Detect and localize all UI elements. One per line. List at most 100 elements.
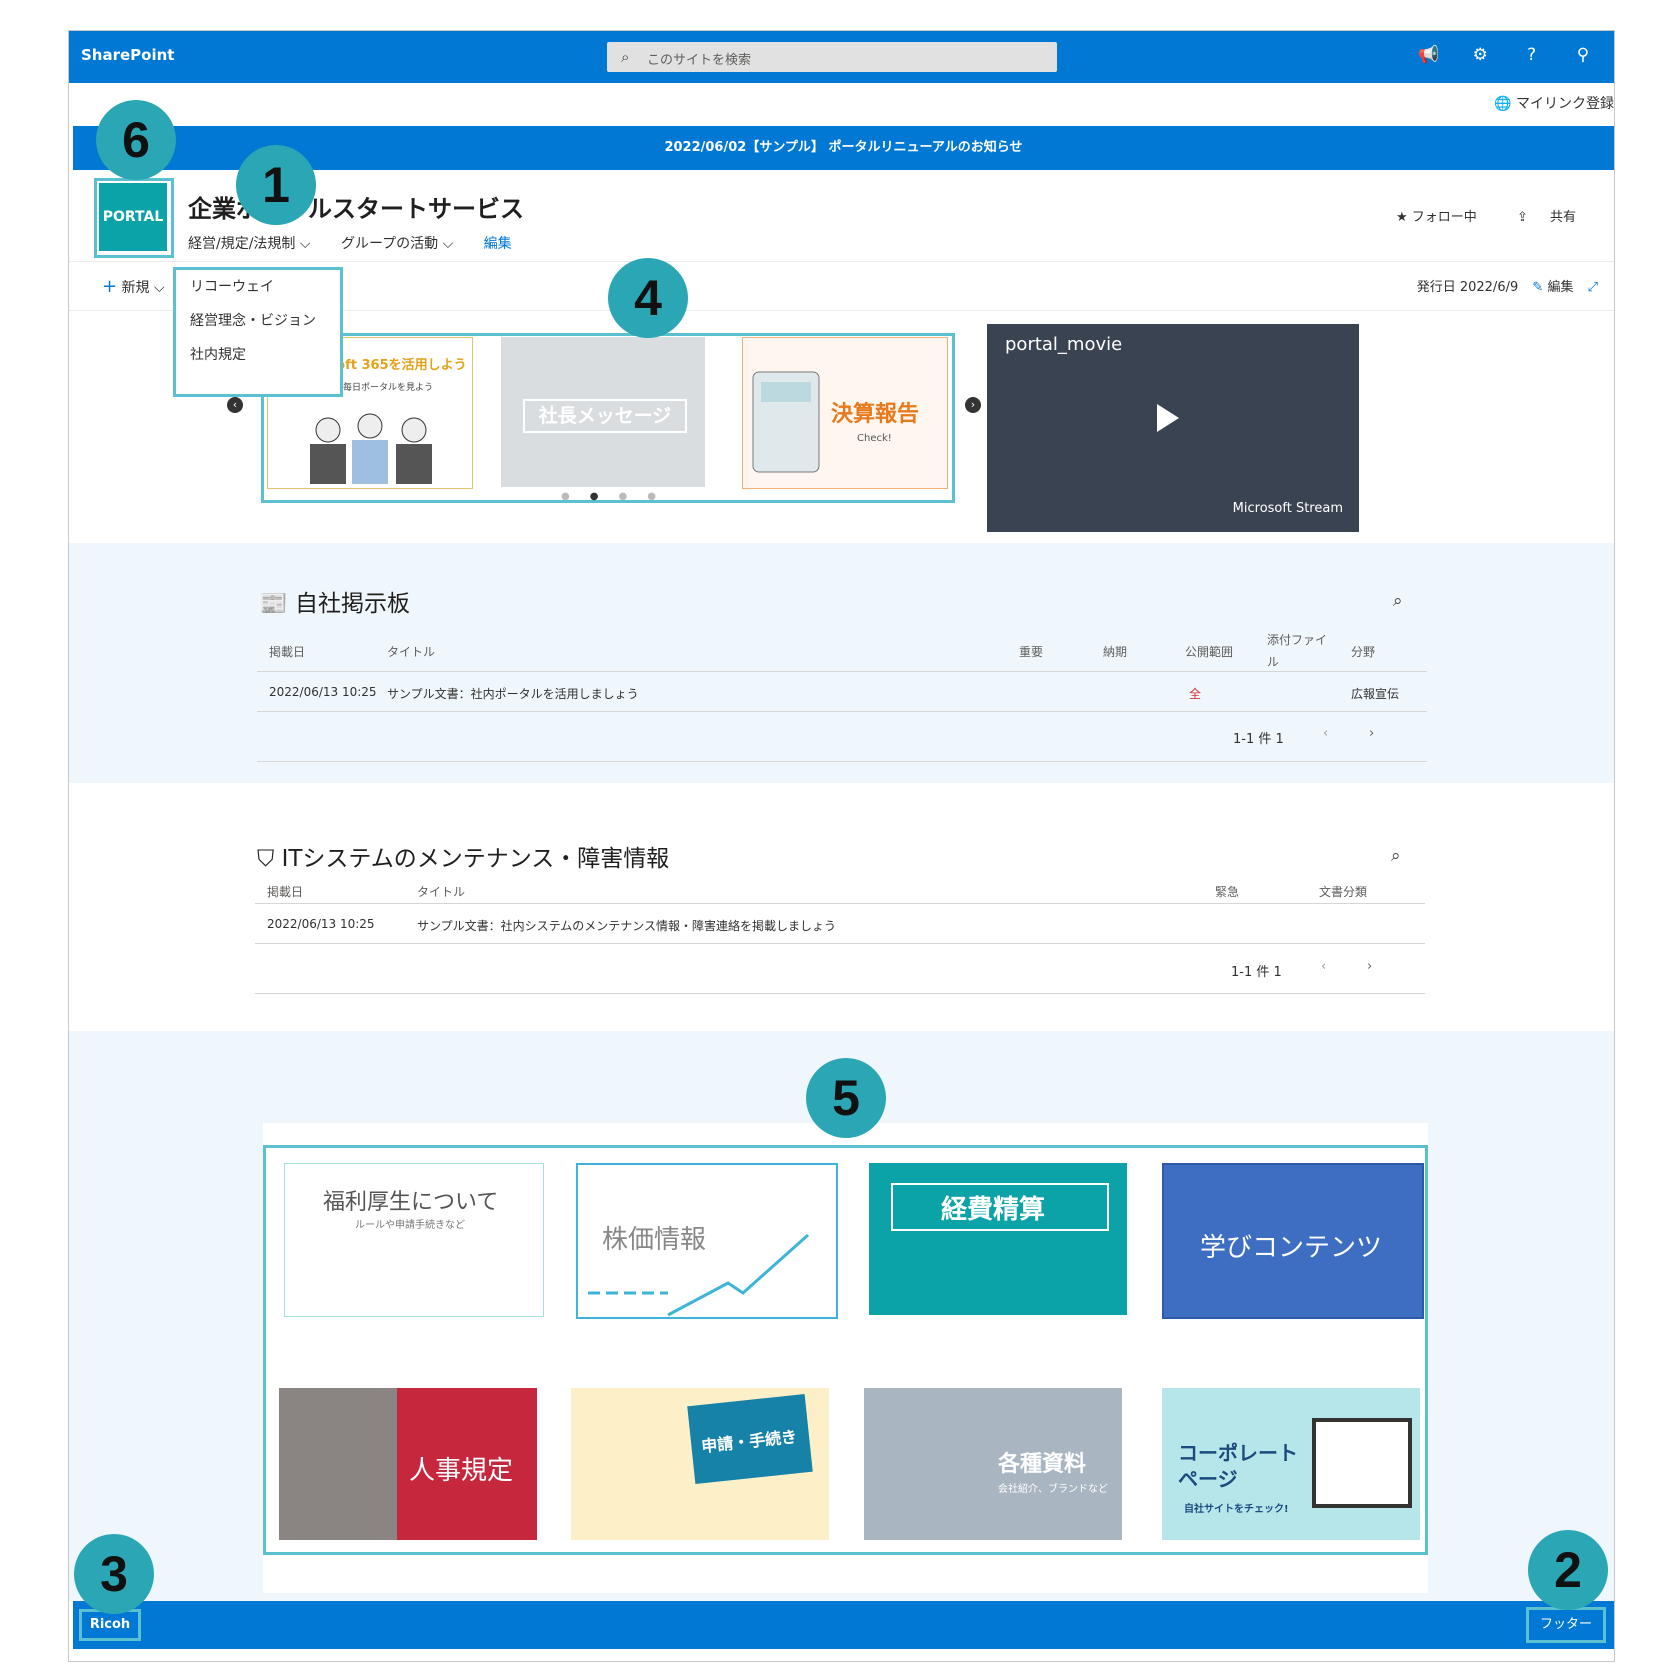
tile-label: 経費精算 bbox=[941, 1195, 1046, 1225]
expand-icon[interactable]: ⤢ bbox=[1588, 280, 1598, 295]
pager-next-icon[interactable]: › bbox=[1367, 959, 1372, 974]
share-icon: ⇪ bbox=[1516, 210, 1528, 225]
search-box[interactable]: ⌕ このサイトを検索 bbox=[607, 42, 1057, 72]
it-title: ⛉ ITシステムのメンテナンス・障害情報 bbox=[257, 839, 669, 873]
nav-item-management[interactable]: 経営/規定/法規制 ⌵ bbox=[188, 236, 311, 252]
nav-edit-link[interactable]: 編集 bbox=[484, 236, 512, 252]
site-nav: 経営/規定/法規制 ⌵ グループの活動 ⌵ 編集 bbox=[188, 233, 538, 253]
divider bbox=[255, 943, 1425, 944]
suite-icons: 📢 ⚙ ? ⚲ bbox=[1406, 45, 1606, 65]
menu-item-vision[interactable]: 経営理念・ビジョン bbox=[176, 304, 340, 338]
divider bbox=[257, 671, 1427, 672]
col-deadline[interactable]: 納期 bbox=[1103, 643, 1127, 660]
pager-prev-icon[interactable]: ‹ bbox=[1321, 959, 1326, 974]
tile-label: 人事規定 bbox=[409, 1456, 514, 1486]
slide-title: 決算報告 bbox=[831, 402, 920, 427]
page-frame: SharePoint ⌕ このサイトを検索 📢 ⚙ ? ⚲ 🌐 マイリンク登録 … bbox=[68, 30, 1615, 1662]
video-player[interactable]: portal_movie Microsoft Stream bbox=[987, 324, 1359, 532]
bulletin-section bbox=[69, 543, 1614, 783]
tile-hr-rules[interactable]: 人事規定 bbox=[279, 1388, 537, 1540]
row-scope: 全 bbox=[1189, 687, 1202, 701]
office-photo bbox=[279, 1388, 397, 1540]
divider bbox=[255, 993, 1425, 994]
slide-subtitle: Check! bbox=[857, 433, 892, 444]
carousel-dots[interactable]: ●●●● bbox=[561, 491, 676, 502]
tile-learning[interactable]: 学びコンテンツ bbox=[1162, 1163, 1424, 1319]
it-title-text: ITシステムのメンテナンス・障害情報 bbox=[281, 846, 670, 872]
row-date: 2022/06/13 10:25 bbox=[267, 917, 375, 931]
pager-count: 1-1 件 1 bbox=[1231, 965, 1282, 980]
nav-dropdown-menu: リコーウェイ 経営理念・ビジョン 社内規定 bbox=[173, 267, 343, 397]
follow-button[interactable]: ★ フォロー中 bbox=[1396, 210, 1477, 225]
row-date: 2022/06/13 10:25 bbox=[269, 685, 377, 699]
edit-page-button[interactable]: 編集 bbox=[1547, 280, 1573, 295]
nav-item-group[interactable]: グループの活動 ⌵ bbox=[341, 236, 453, 252]
col-urgent[interactable]: 緊急 bbox=[1215, 883, 1239, 900]
carousel-slide-president[interactable]: 社長メッセージ bbox=[501, 337, 705, 487]
pager-prev-icon[interactable]: ‹ bbox=[1323, 726, 1328, 741]
col-date[interactable]: 掲載日 bbox=[267, 883, 303, 900]
carousel-prev-icon[interactable]: ‹ bbox=[227, 397, 243, 413]
col-date[interactable]: 掲載日 bbox=[269, 643, 305, 660]
play-icon[interactable] bbox=[1157, 404, 1179, 432]
share-button[interactable]: ⇪ 共有 bbox=[1499, 210, 1576, 225]
tile-sub: ルールや申請手続きなど bbox=[355, 1220, 465, 1231]
col-scope[interactable]: 公開範囲 bbox=[1185, 643, 1233, 660]
col-title[interactable]: タイトル bbox=[387, 643, 435, 660]
new-label: 新規 ⌵ bbox=[121, 280, 165, 296]
video-source: Microsoft Stream bbox=[1232, 501, 1343, 516]
row-title-link[interactable]: サンプル文書：社内ポータルを活用しましょう bbox=[387, 685, 639, 702]
sharepoint-brand[interactable]: SharePoint bbox=[81, 46, 174, 64]
carousel-next-icon[interactable]: › bbox=[965, 397, 981, 413]
pager-count: 1-1 件 1 bbox=[1233, 732, 1284, 747]
tile-label: 学びコンテンツ bbox=[1200, 1233, 1383, 1263]
slide-title: 社長メッセージ bbox=[523, 399, 687, 433]
search-icon[interactable]: ⌕ bbox=[1391, 846, 1401, 866]
globe-icon: 🌐 bbox=[1494, 96, 1512, 112]
divider bbox=[257, 711, 1427, 712]
search-icon[interactable]: ⌕ bbox=[1393, 591, 1403, 611]
pager-next-icon[interactable]: › bbox=[1369, 726, 1374, 741]
col-important[interactable]: 重要 bbox=[1019, 643, 1043, 660]
col-attachment[interactable]: 添付ファイル bbox=[1267, 629, 1329, 673]
follow-share: ★ フォロー中 ⇪ 共有 bbox=[1378, 206, 1576, 225]
tile-stock[interactable]: 株価情報 bbox=[576, 1163, 838, 1319]
menu-item-rules[interactable]: 社内規定 bbox=[176, 338, 340, 372]
menu-item-ricoh-way[interactable]: リコーウェイ bbox=[176, 270, 340, 304]
search-icon: ⌕ bbox=[621, 48, 630, 66]
row-title-link[interactable]: サンプル文書：社内システムのメンテナンス情報・障害連絡を掲載しましょう bbox=[417, 917, 836, 934]
tile-welfare[interactable]: 福利厚生について ルールや申請手続きなど bbox=[284, 1163, 544, 1317]
bulletin-title-text: 自社掲示板 bbox=[294, 591, 410, 617]
tile-applications[interactable]: 申請・手続き bbox=[571, 1388, 829, 1540]
calculator-illustration bbox=[752, 371, 820, 473]
site-logo[interactable]: PORTAL bbox=[99, 183, 167, 251]
chart-arrow-illustration bbox=[588, 1233, 809, 1317]
divider bbox=[257, 761, 1427, 762]
mylink-button[interactable]: 🌐 マイリンク登録 bbox=[1494, 93, 1614, 113]
new-button[interactable]: + 新規 ⌵ bbox=[102, 276, 165, 297]
col-category[interactable]: 文書分類 bbox=[1319, 883, 1367, 900]
plus-icon: + bbox=[102, 276, 118, 297]
callout-badge-2: 2 bbox=[1528, 1530, 1608, 1610]
video-title: portal_movie bbox=[1005, 334, 1123, 355]
shield-icon: ⛉ bbox=[257, 846, 275, 872]
callout-badge-3: 3 bbox=[74, 1534, 154, 1614]
col-title[interactable]: タイトル bbox=[417, 883, 465, 900]
footer-label[interactable]: フッター bbox=[1526, 1607, 1606, 1643]
search-placeholder: このサイトを検索 bbox=[647, 53, 752, 68]
tile-corporate[interactable]: コーポレートページ 自社サイトをチェック! bbox=[1162, 1388, 1420, 1540]
pencil-icon[interactable]: ✎ bbox=[1532, 280, 1543, 295]
tile-documents[interactable]: 各種資料 会社紹介、ブランドなど bbox=[864, 1388, 1122, 1540]
col-field[interactable]: 分野 bbox=[1351, 643, 1375, 660]
row-field: 広報宣伝 bbox=[1351, 687, 1400, 701]
tile-label: 福利厚生について bbox=[323, 1190, 499, 1215]
help-icon[interactable]: ? bbox=[1509, 45, 1555, 65]
carousel-slide-financial[interactable]: 決算報告 Check! bbox=[742, 337, 948, 489]
megaphone-icon[interactable]: 📢 bbox=[1406, 45, 1452, 65]
footer: Ricoh フッター bbox=[73, 1601, 1614, 1649]
account-icon[interactable]: ⚲ bbox=[1560, 45, 1606, 65]
tile-sub: 会社紹介、ブランドなど bbox=[998, 1484, 1108, 1495]
gear-icon[interactable]: ⚙ bbox=[1457, 45, 1503, 65]
tile-expense[interactable]: 経費精算 bbox=[869, 1163, 1127, 1315]
monitor-illustration bbox=[1312, 1418, 1412, 1508]
